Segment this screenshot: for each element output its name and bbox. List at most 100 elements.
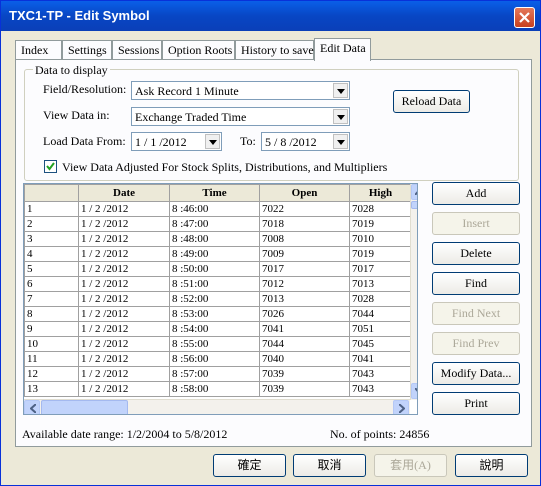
cell-time[interactable]: 8 :56:00 — [169, 351, 260, 367]
column-header-open[interactable]: Open — [259, 184, 350, 202]
cell-time[interactable]: 8 :55:00 — [169, 336, 260, 352]
cell-open[interactable]: 7022 — [259, 201, 350, 217]
cell-date[interactable]: 1 / 2 /2012 — [78, 381, 170, 397]
table-row[interactable]: 81 / 2 /2012 8 :53:00 7026 7044 — [24, 306, 412, 322]
row-number[interactable]: 4 — [24, 246, 79, 262]
cell-date[interactable]: 1 / 2 /2012 — [78, 231, 170, 247]
cell-high[interactable]: 7044 — [349, 306, 412, 322]
table-row[interactable]: 41 / 2 /2012 8 :49:00 7009 7019 — [24, 246, 412, 262]
cell-high[interactable]: 7041 — [349, 351, 412, 367]
help-button[interactable]: 說明 — [455, 454, 528, 477]
table-row[interactable]: 71 / 2 /2012 8 :52:00 7013 7028 — [24, 291, 412, 307]
cell-open[interactable]: 7041 — [259, 321, 350, 337]
cell-open[interactable]: 7009 — [259, 246, 350, 262]
ok-button[interactable]: 確定 — [213, 454, 286, 477]
title-bar[interactable]: TXC1-TP - Edit Symbol — [1, 1, 540, 31]
cell-date[interactable]: 1 / 2 /2012 — [78, 216, 170, 232]
cell-open[interactable]: 7026 — [259, 306, 350, 322]
cell-high[interactable]: 7017 — [349, 261, 412, 277]
reload-data-button[interactable]: Reload Data — [393, 90, 470, 113]
cell-time[interactable]: 8 :54:00 — [169, 321, 260, 337]
table-row[interactable]: 91 / 2 /2012 8 :54:00 7041 7051 — [24, 321, 412, 337]
scroll-left-button[interactable] — [24, 400, 40, 414]
row-number[interactable]: 12 — [24, 366, 79, 382]
cell-date[interactable]: 1 / 2 /2012 — [78, 336, 170, 352]
cell-open[interactable]: 7039 — [259, 366, 350, 382]
table-row[interactable]: 10 1 / 2 /2012 8 :55:00 7044 7045 — [24, 336, 412, 352]
row-number[interactable]: 10 — [24, 336, 79, 352]
cell-high[interactable]: 7013 — [349, 276, 412, 292]
column-header-date[interactable]: Date — [78, 184, 170, 202]
table-row[interactable]: 51 / 2 /2012 8 :50:00 7017 7017 — [24, 261, 412, 277]
field-resolution-select[interactable]: Ask Record 1 Minute — [131, 81, 350, 100]
cell-high[interactable]: 7019 — [349, 246, 412, 262]
table-row[interactable]: 11 1 / 2 /2012 8 :56:00 7040 7041 — [24, 351, 412, 367]
table-row[interactable]: 21 / 2 /2012 8 :47:00 7018 7019 — [24, 216, 412, 232]
cell-open[interactable]: 7012 — [259, 276, 350, 292]
cancel-button[interactable]: 取消 — [293, 454, 366, 477]
cell-date[interactable]: 1 / 2 /2012 — [78, 201, 170, 217]
load-from-date-picker[interactable]: 1 / 1 /2012 — [131, 132, 222, 151]
cell-date[interactable]: 1 / 2 /2012 — [78, 261, 170, 277]
cell-high[interactable]: 7028 — [349, 201, 412, 217]
cell-time[interactable]: 8 :53:00 — [169, 306, 260, 322]
row-number[interactable]: 3 — [24, 231, 79, 247]
cell-time[interactable]: 8 :58:00 — [169, 381, 260, 397]
cell-high[interactable]: 7028 — [349, 291, 412, 307]
row-number[interactable]: 8 — [24, 306, 79, 322]
tab-sessions[interactable]: Sessions — [112, 40, 162, 60]
tab-settings[interactable]: Settings — [62, 40, 112, 60]
cell-date[interactable]: 1 / 2 /2012 — [78, 351, 170, 367]
view-data-select[interactable]: Exchange Traded Time — [131, 107, 350, 126]
cell-date[interactable]: 1 / 2 /2012 — [78, 291, 170, 307]
table-row[interactable]: 31 / 2 /2012 8 :48:00 7008 7010 — [24, 231, 412, 247]
row-number[interactable]: 11 — [24, 351, 79, 367]
horizontal-scroll-thumb[interactable] — [41, 400, 128, 414]
cell-high[interactable]: 7045 — [349, 336, 412, 352]
cell-date[interactable]: 1 / 2 /2012 — [78, 321, 170, 337]
cell-high[interactable]: 7043 — [349, 366, 412, 382]
cell-open[interactable]: 7008 — [259, 231, 350, 247]
cell-time[interactable]: 8 :57:00 — [169, 366, 260, 382]
column-header-high[interactable]: High — [349, 184, 412, 202]
table-row[interactable]: 12 1 / 2 /2012 8 :57:00 7039 7043 — [24, 366, 412, 382]
modify-data-button[interactable]: Modify Data... — [432, 362, 520, 385]
cell-open[interactable]: 7013 — [259, 291, 350, 307]
vertical-scroll-thumb[interactable] — [411, 201, 417, 209]
column-header-time[interactable]: Time — [169, 184, 260, 202]
tab-edit-data[interactable]: Edit Data — [314, 38, 371, 61]
cell-open[interactable]: 7040 — [259, 351, 350, 367]
table-row[interactable]: 11 / 2 /2012 8 :46:00 7022 7028 — [24, 201, 412, 217]
cell-time[interactable]: 8 :46:00 — [169, 201, 260, 217]
tab-history-to-save[interactable]: History to save — [235, 40, 314, 60]
tab-option-roots[interactable]: Option Roots — [162, 40, 235, 60]
cell-date[interactable]: 1 / 2 /2012 — [78, 276, 170, 292]
data-grid[interactable]: Date Time Open High 11 / 2 /2012 8 :46:00… — [23, 183, 418, 415]
row-number[interactable]: 1 — [24, 201, 79, 217]
apply-button[interactable]: 套用(A) — [374, 454, 447, 477]
cell-time[interactable]: 8 :51:00 — [169, 276, 260, 292]
to-date-picker[interactable]: 5 / 8 /2012 — [261, 132, 350, 151]
cell-open[interactable]: 7018 — [259, 216, 350, 232]
scroll-right-button[interactable] — [393, 400, 409, 414]
row-number[interactable]: 2 — [24, 216, 79, 232]
row-number[interactable]: 13 — [24, 381, 79, 397]
row-number[interactable]: 6 — [24, 276, 79, 292]
cell-open[interactable]: 7039 — [259, 381, 350, 397]
cell-time[interactable]: 8 :47:00 — [169, 216, 260, 232]
row-number[interactable]: 7 — [24, 291, 79, 307]
print-button[interactable]: Print — [432, 392, 520, 415]
adjust-checkbox[interactable] — [44, 160, 57, 173]
cell-open[interactable]: 7044 — [259, 336, 350, 352]
vertical-scrollbar[interactable] — [410, 184, 417, 400]
cell-date[interactable]: 1 / 2 /2012 — [78, 306, 170, 322]
tab-index[interactable]: Index — [15, 40, 62, 60]
scroll-up-button[interactable] — [411, 184, 417, 200]
cell-high[interactable]: 7051 — [349, 321, 412, 337]
cell-date[interactable]: 1 / 2 /2012 — [78, 366, 170, 382]
cell-date[interactable]: 1 / 2 /2012 — [78, 246, 170, 262]
find-button[interactable]: Find — [432, 272, 520, 295]
cell-time[interactable]: 8 :48:00 — [169, 231, 260, 247]
close-button[interactable] — [514, 7, 535, 28]
find-prev-button[interactable]: Find Prev — [432, 332, 520, 355]
